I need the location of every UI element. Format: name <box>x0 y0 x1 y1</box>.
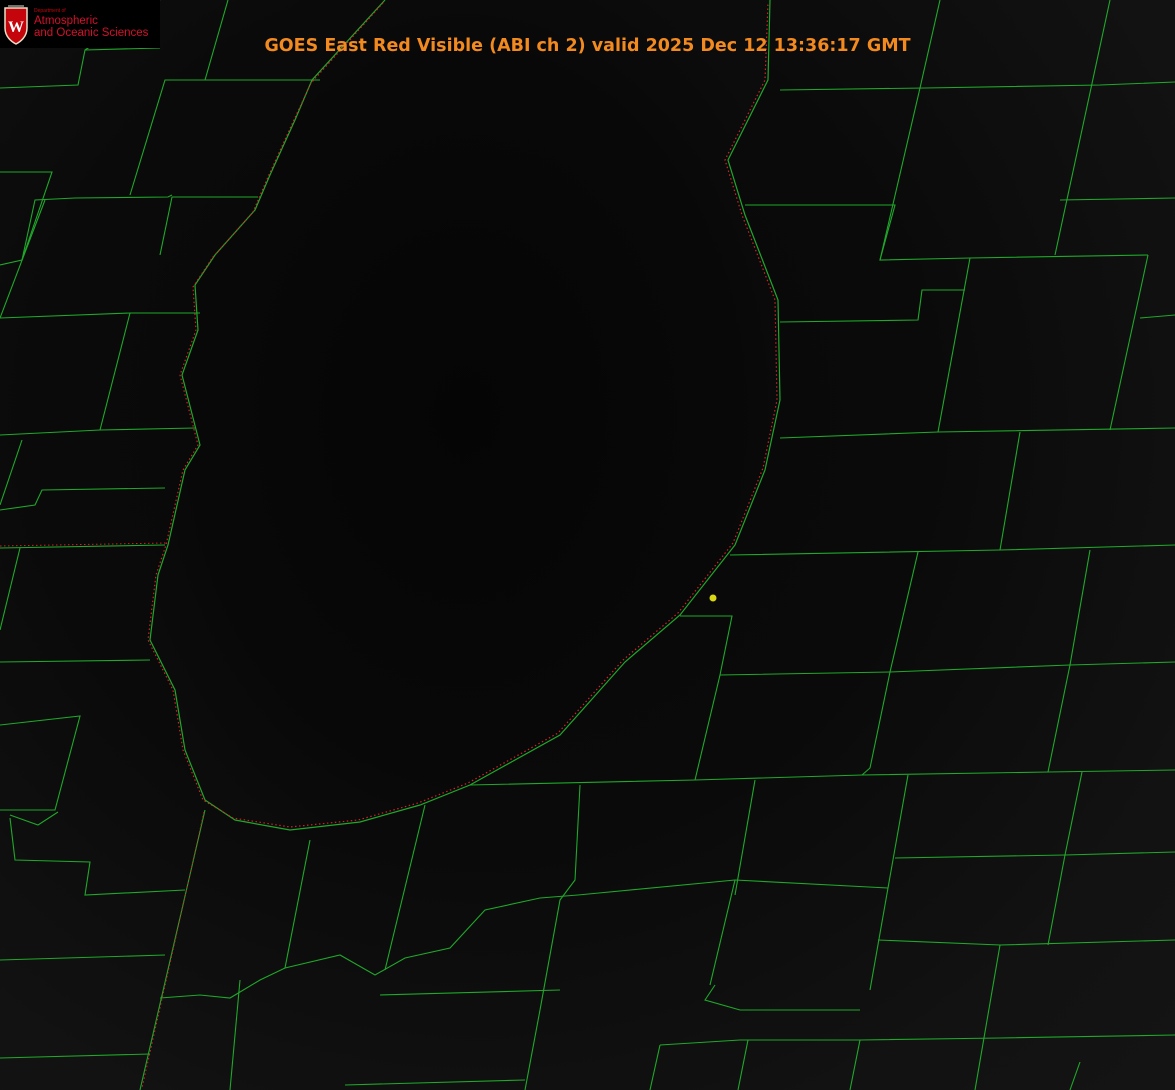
image-title: GOES East Red Visible (ABI ch 2) valid 2… <box>264 36 911 56</box>
satellite-image-viewer: W Department of Atmospheric and Oceanic … <box>0 0 1175 1090</box>
shield-letter: W <box>8 19 24 36</box>
station-dot-icon <box>709 594 717 602</box>
lake-water <box>150 0 780 830</box>
logo-line1: Atmospheric <box>34 14 98 27</box>
satellite-map <box>0 0 1175 1090</box>
logo-text: Department of Atmospheric and Oceanic Sc… <box>34 9 148 39</box>
